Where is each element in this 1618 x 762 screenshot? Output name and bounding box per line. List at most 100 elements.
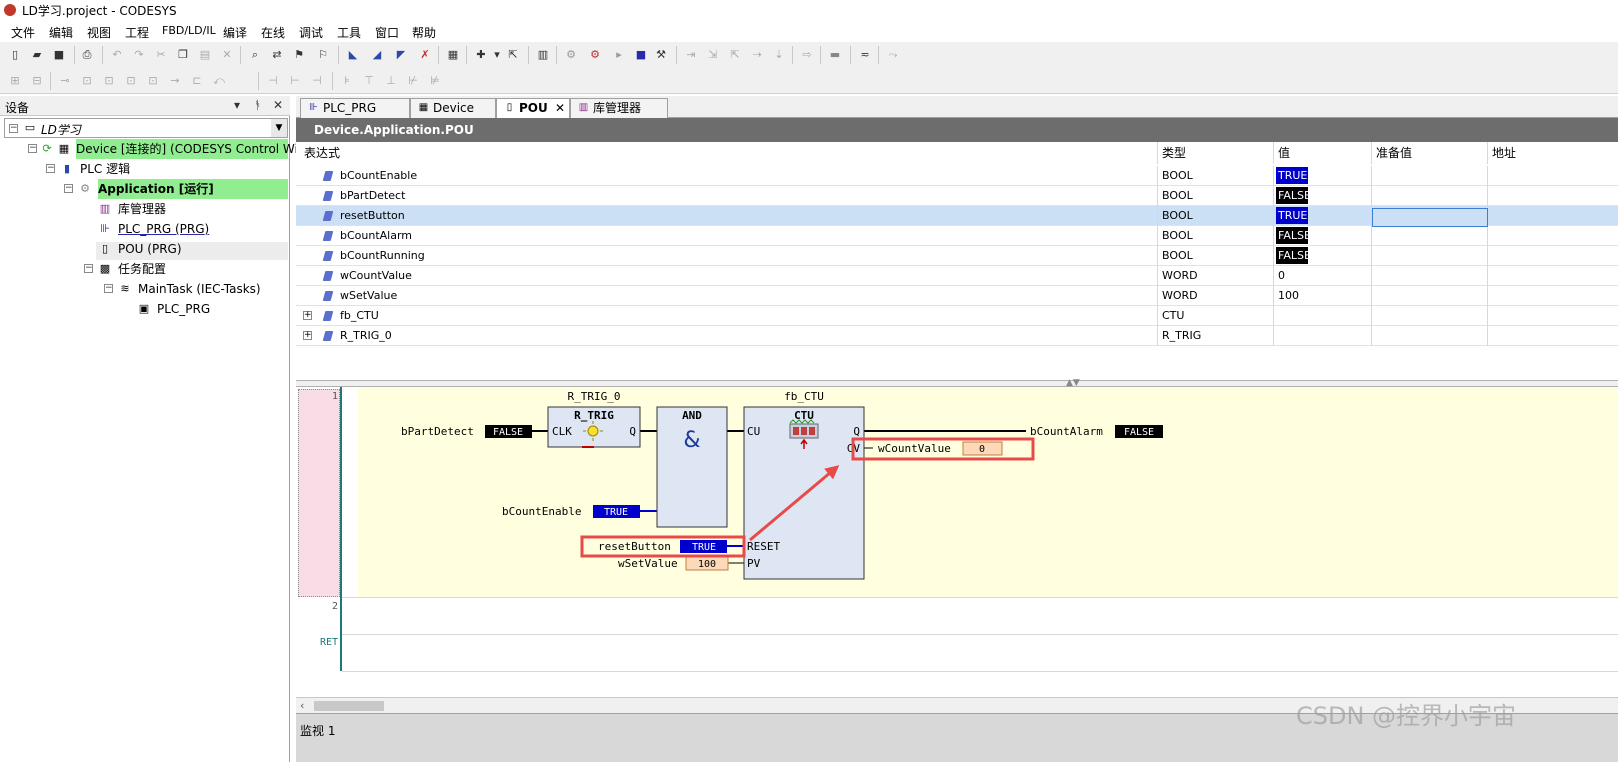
menu-online[interactable]: 在线 xyxy=(261,24,285,41)
add-object-icon[interactable]: ✚ xyxy=(474,48,488,62)
write-values-icon[interactable]: ▬ xyxy=(828,48,842,62)
print-icon[interactable]: ⎙ xyxy=(80,48,94,62)
prepared-value-cell[interactable] xyxy=(1372,266,1488,286)
col-header-expression[interactable]: 表达式 xyxy=(296,142,1158,164)
collapse-icon[interactable]: − xyxy=(84,264,93,273)
close-icon[interactable]: ✕ xyxy=(273,98,283,112)
table-row[interactable]: bCountAlarm BOOL FALSE xyxy=(296,226,1618,246)
toggle-negation-icon[interactable]: ⊬ xyxy=(406,74,420,88)
step-into-icon[interactable]: ⇲ xyxy=(706,48,720,62)
clean-icon[interactable]: ✗ xyxy=(418,48,432,62)
insert-output-icon[interactable]: ⊡ xyxy=(146,74,160,88)
prepared-value-cell[interactable] xyxy=(1372,306,1488,326)
stop-icon[interactable]: ■ xyxy=(634,48,648,62)
menu-file[interactable]: 文件 xyxy=(11,24,35,41)
menu-window[interactable]: 窗口 xyxy=(375,24,399,41)
tree-item-task-config[interactable]: 任务配置 xyxy=(118,259,166,279)
table-row[interactable]: bPartDetect BOOL FALSE xyxy=(296,186,1618,206)
tab-library-manager[interactable]: ▥ 库管理器 xyxy=(570,98,668,118)
col-header-address[interactable]: 地址 xyxy=(1488,142,1618,164)
tree-item-task-plc-prg[interactable]: PLC_PRG xyxy=(157,299,210,319)
table-row[interactable]: wCountValue WORD 0 xyxy=(296,266,1618,286)
build-icon[interactable]: ◣ xyxy=(346,48,360,62)
menu-fbd-ld-il[interactable]: FBD/LD/IL xyxy=(162,24,216,37)
menu-project[interactable]: 工程 xyxy=(125,24,149,41)
login-icon[interactable]: ⚙ xyxy=(564,48,578,62)
prepared-value-cell[interactable] xyxy=(1372,186,1488,206)
menu-view[interactable]: 视图 xyxy=(87,24,111,41)
show-current-statement-icon[interactable]: ⇨ xyxy=(800,48,814,62)
step-out-icon[interactable]: ⇱ xyxy=(728,48,742,62)
device-icon[interactable]: ▦ xyxy=(446,48,460,62)
bookmark-next-icon[interactable]: ⚐ xyxy=(316,48,330,62)
tab-plc-prg[interactable]: ⊪ PLC_PRG xyxy=(300,98,410,118)
export-icon[interactable]: ⇱ xyxy=(506,48,520,62)
cut-icon[interactable]: ✂ xyxy=(154,48,168,62)
insert-reset-coil-icon[interactable]: ⊥ xyxy=(384,74,398,88)
tree-item-device[interactable]: Device [连接的] (CODESYS Control Win V3) xyxy=(76,139,330,159)
run-to-cursor-icon[interactable]: ⇢ xyxy=(750,48,764,62)
tree-item-plc-prg[interactable]: PLC_PRG (PRG) xyxy=(118,219,209,239)
expand-icon[interactable]: + xyxy=(303,331,312,340)
menu-build[interactable]: 编译 xyxy=(223,24,247,41)
set-next-statement-icon[interactable]: ⇣ xyxy=(772,48,786,62)
insert-negated-contact-icon[interactable]: ⊢ xyxy=(288,74,302,88)
tab-pou[interactable]: ▯ POU ✕ xyxy=(496,98,570,119)
prepared-value-cell[interactable] xyxy=(1372,166,1488,186)
tab-device[interactable]: ▦ Device xyxy=(410,98,496,118)
table-row[interactable]: + fb_CTU CTU xyxy=(296,306,1618,326)
tree-item-pou[interactable]: POU (PRG) xyxy=(118,239,182,259)
save-icon[interactable]: ■ xyxy=(52,48,66,62)
paste-icon[interactable]: ▤ xyxy=(198,48,212,62)
logout-icon[interactable]: ⚙ xyxy=(588,48,602,62)
tree-item-application[interactable]: Application [运行] xyxy=(98,179,288,199)
insert-contact-icon[interactable]: ⊣ xyxy=(266,74,280,88)
scroll-left-icon[interactable]: ‹ xyxy=(300,699,304,712)
redo-icon[interactable]: ↷ xyxy=(132,48,146,62)
menu-debug[interactable]: 调试 xyxy=(299,24,323,41)
collapse-icon[interactable]: − xyxy=(104,284,113,293)
close-icon[interactable]: ✕ xyxy=(555,99,565,117)
table-row[interactable]: wSetValue WORD 100 xyxy=(296,286,1618,306)
copy-icon[interactable]: ❐ xyxy=(176,48,190,62)
insert-input-icon[interactable]: ⊡ xyxy=(124,74,138,88)
col-header-type[interactable]: 类型 xyxy=(1158,142,1274,164)
collapse-icon[interactable]: − xyxy=(28,144,37,153)
insert-network-icon[interactable]: ⊞ xyxy=(8,74,22,88)
insert-return-icon[interactable]: ⤺ xyxy=(212,74,226,88)
collapse-icon[interactable]: − xyxy=(9,124,18,133)
table-row[interactable]: bCountRunning BOOL FALSE xyxy=(296,246,1618,266)
tree-root-row[interactable]: − ▭ LD学习 ▼ xyxy=(4,118,288,138)
rebuild-icon[interactable]: ◢ xyxy=(370,48,384,62)
find-icon[interactable]: ⌕ xyxy=(248,48,262,62)
prepared-value-cell[interactable] xyxy=(1372,326,1488,346)
generate-code-icon[interactable]: ◤ xyxy=(394,48,408,62)
insert-label-icon[interactable]: ⊏ xyxy=(190,74,204,88)
task-icon[interactable]: ▥ xyxy=(536,48,550,62)
start-icon[interactable]: ▸ xyxy=(612,48,626,62)
insert-network-below-icon[interactable]: ⊟ xyxy=(30,74,44,88)
prepared-value-cell[interactable] xyxy=(1372,246,1488,266)
replace-icon[interactable]: ⇄ xyxy=(270,48,284,62)
insert-jump-icon[interactable]: → xyxy=(168,74,182,88)
prepared-value-cell[interactable] xyxy=(1372,226,1488,246)
dropdown-icon[interactable]: ▾ xyxy=(490,48,504,62)
and-block[interactable] xyxy=(656,406,728,528)
insert-parallel-contact-icon[interactable]: ⊧ xyxy=(340,74,354,88)
col-header-prepared-value[interactable]: 准备值 xyxy=(1372,142,1488,164)
pin-icon[interactable]: ᚬ xyxy=(254,98,261,112)
watch-1-tab[interactable]: 监视 1 xyxy=(300,722,335,739)
set-reset-icon[interactable]: ⊭ xyxy=(428,74,442,88)
collapse-icon[interactable]: − xyxy=(64,184,73,193)
prepared-value-input[interactable] xyxy=(1372,208,1488,227)
splitter[interactable]: ▲▼ xyxy=(296,378,1618,388)
collapse-icon[interactable]: − xyxy=(46,164,55,173)
chevron-down-icon[interactable]: ▼ xyxy=(271,119,287,137)
new-file-icon[interactable]: ▯ xyxy=(8,48,22,62)
insert-box-en-icon[interactable]: ⊡ xyxy=(102,74,116,88)
tree-item-main-task[interactable]: MainTask (IEC-Tasks) xyxy=(138,279,261,299)
insert-set-coil-icon[interactable]: ⊤ xyxy=(362,74,376,88)
undo-icon[interactable]: ↶ xyxy=(110,48,124,62)
delete-icon[interactable]: ✕ xyxy=(220,48,234,62)
insert-assignment-icon[interactable]: ⊸ xyxy=(58,74,72,88)
